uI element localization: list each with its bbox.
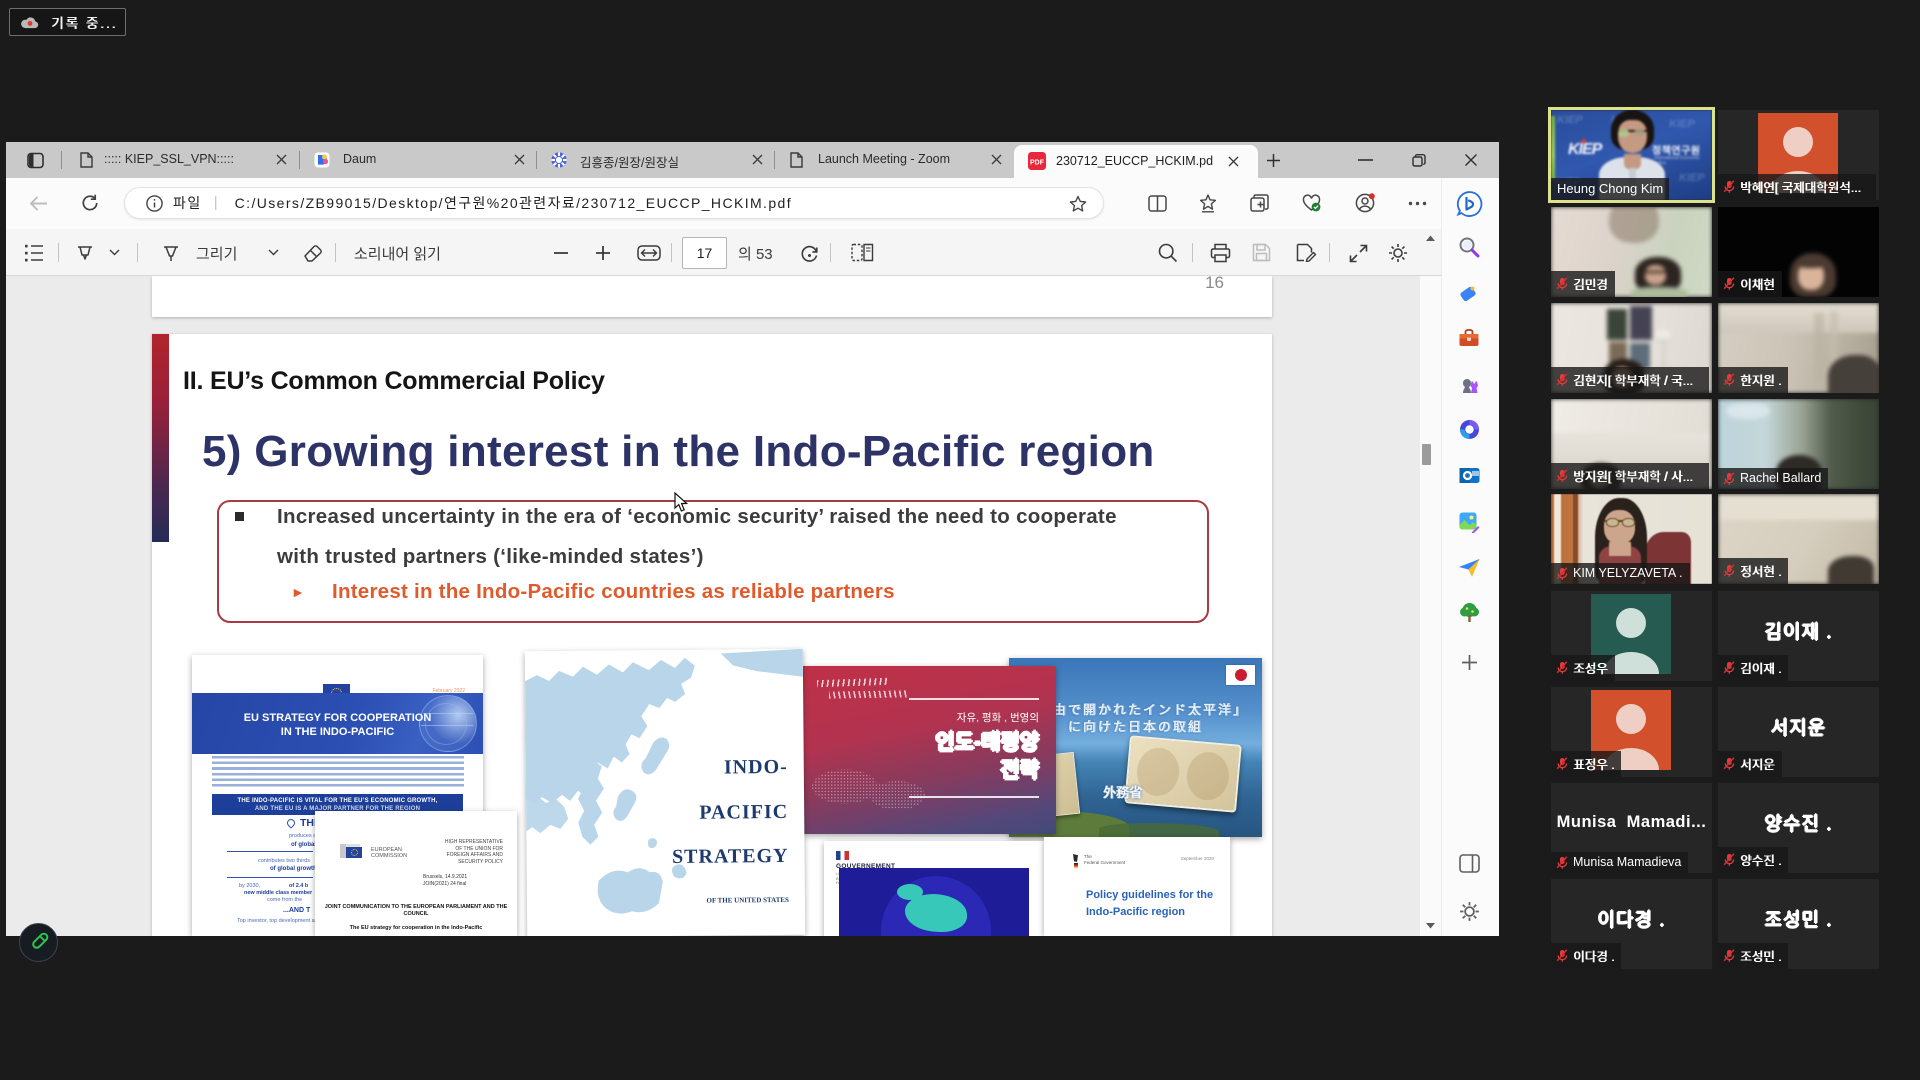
svg-text:PDF: PDF [1030, 160, 1045, 167]
